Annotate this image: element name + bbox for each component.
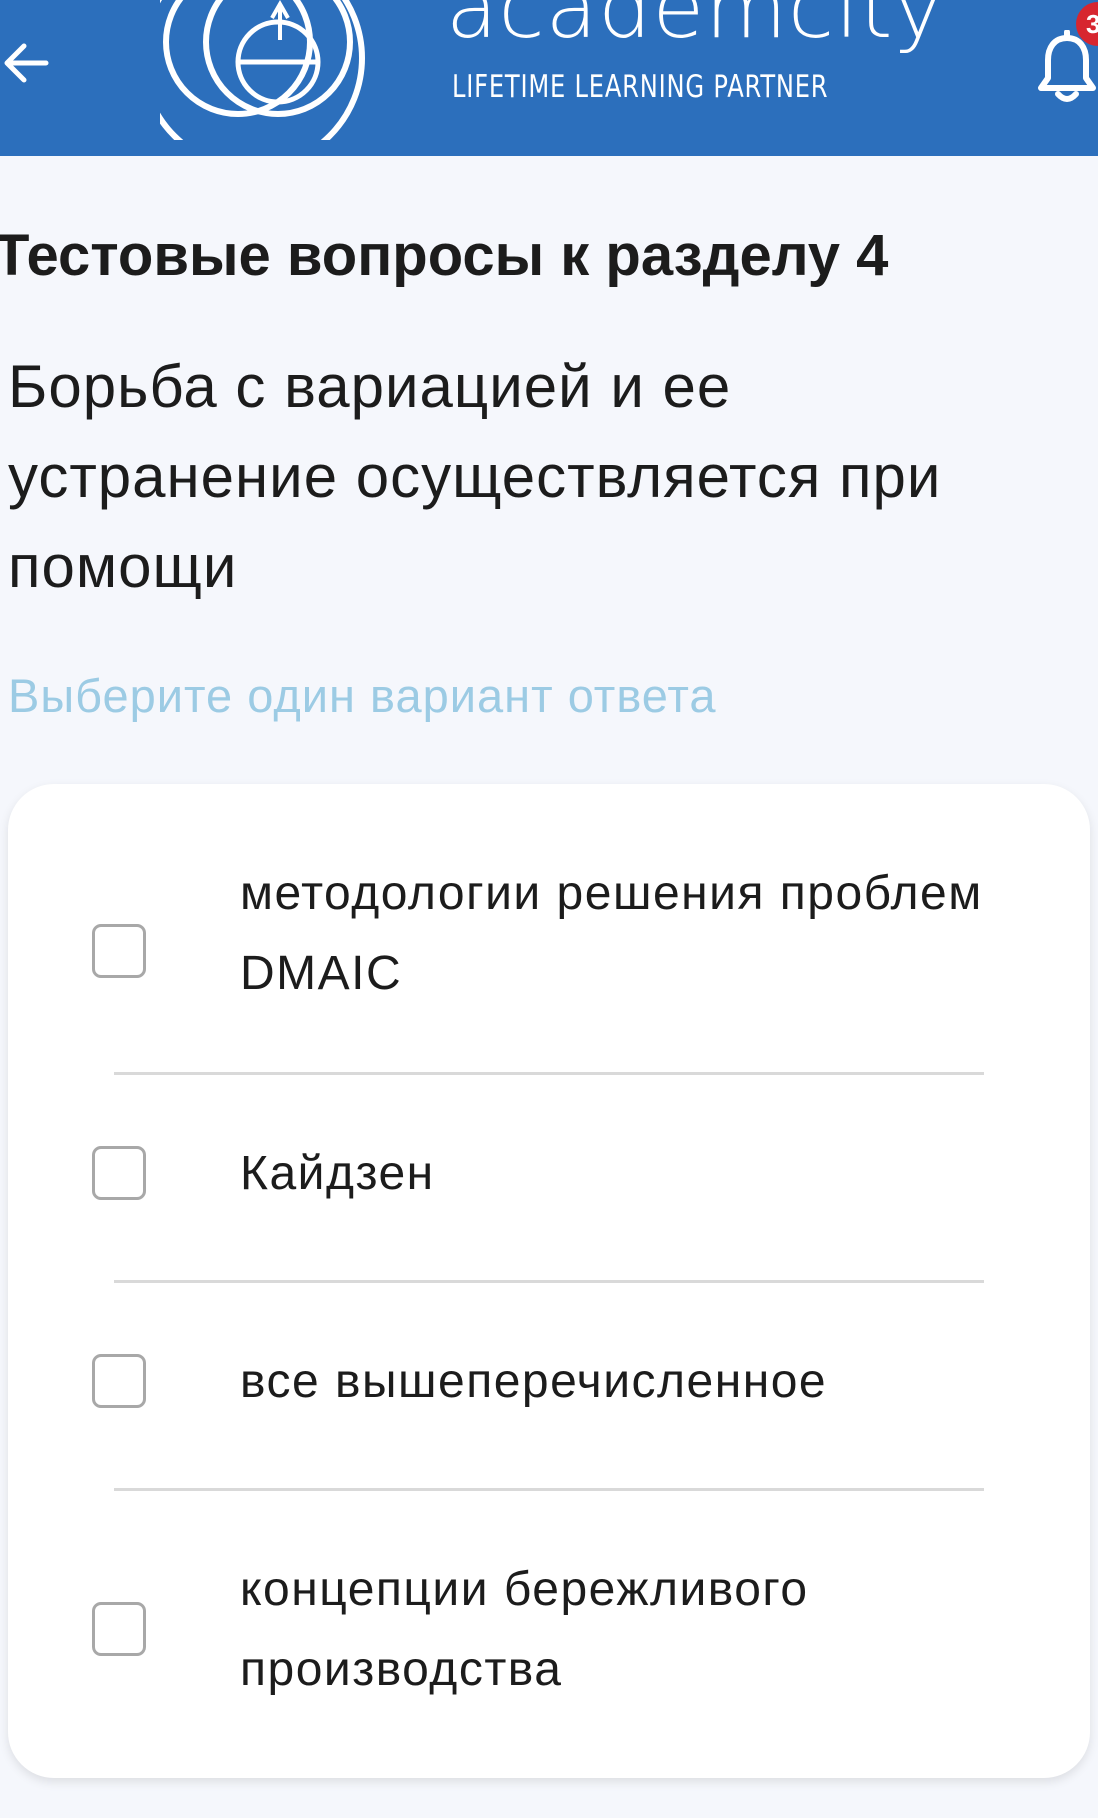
answer-checkbox[interactable] [92,1354,146,1408]
brand-tagline: LIFETIME LEARNING PARTNER [452,69,829,105]
back-button[interactable] [0,30,56,96]
answer-instruction: Выберите один вариант ответа [8,669,717,722]
answer-option-label: все вышеперечисленное [240,1355,828,1408]
answer-option[interactable]: методологии решения проблем DMAIC [8,854,1090,1014]
answer-option-label: концепции бережливого производства [240,1563,809,1696]
answer-option[interactable]: все вышеперечисленное [8,1342,1090,1422]
section-title: Тестовые вопросы к разделу 4 [0,223,889,288]
answer-option-label: методологии решения проблем DMAIC [240,867,983,1000]
answer-option-label: Кайдзен [240,1147,435,1200]
app-header: academcity LIFETIME LEARNING PARTNER 3 [0,0,1098,156]
answer-options-card: методологии решения проблем DMAIC Кайдзе… [8,784,1090,1778]
question-text: Борьба с вариацией и ее устранение осуще… [8,353,942,600]
option-divider [114,1072,984,1075]
answer-checkbox[interactable] [92,924,146,978]
logo-mark-detail [163,0,353,117]
answer-option[interactable]: Кайдзен [8,1134,1090,1214]
arrow-left-icon [4,43,49,83]
option-divider [114,1280,984,1283]
option-divider [114,1488,984,1491]
answer-checkbox[interactable] [92,1146,146,1200]
answer-option[interactable]: концепции бережливого производства [8,1550,1090,1710]
brand-name: academcity [446,0,945,57]
answer-checkbox[interactable] [92,1602,146,1656]
